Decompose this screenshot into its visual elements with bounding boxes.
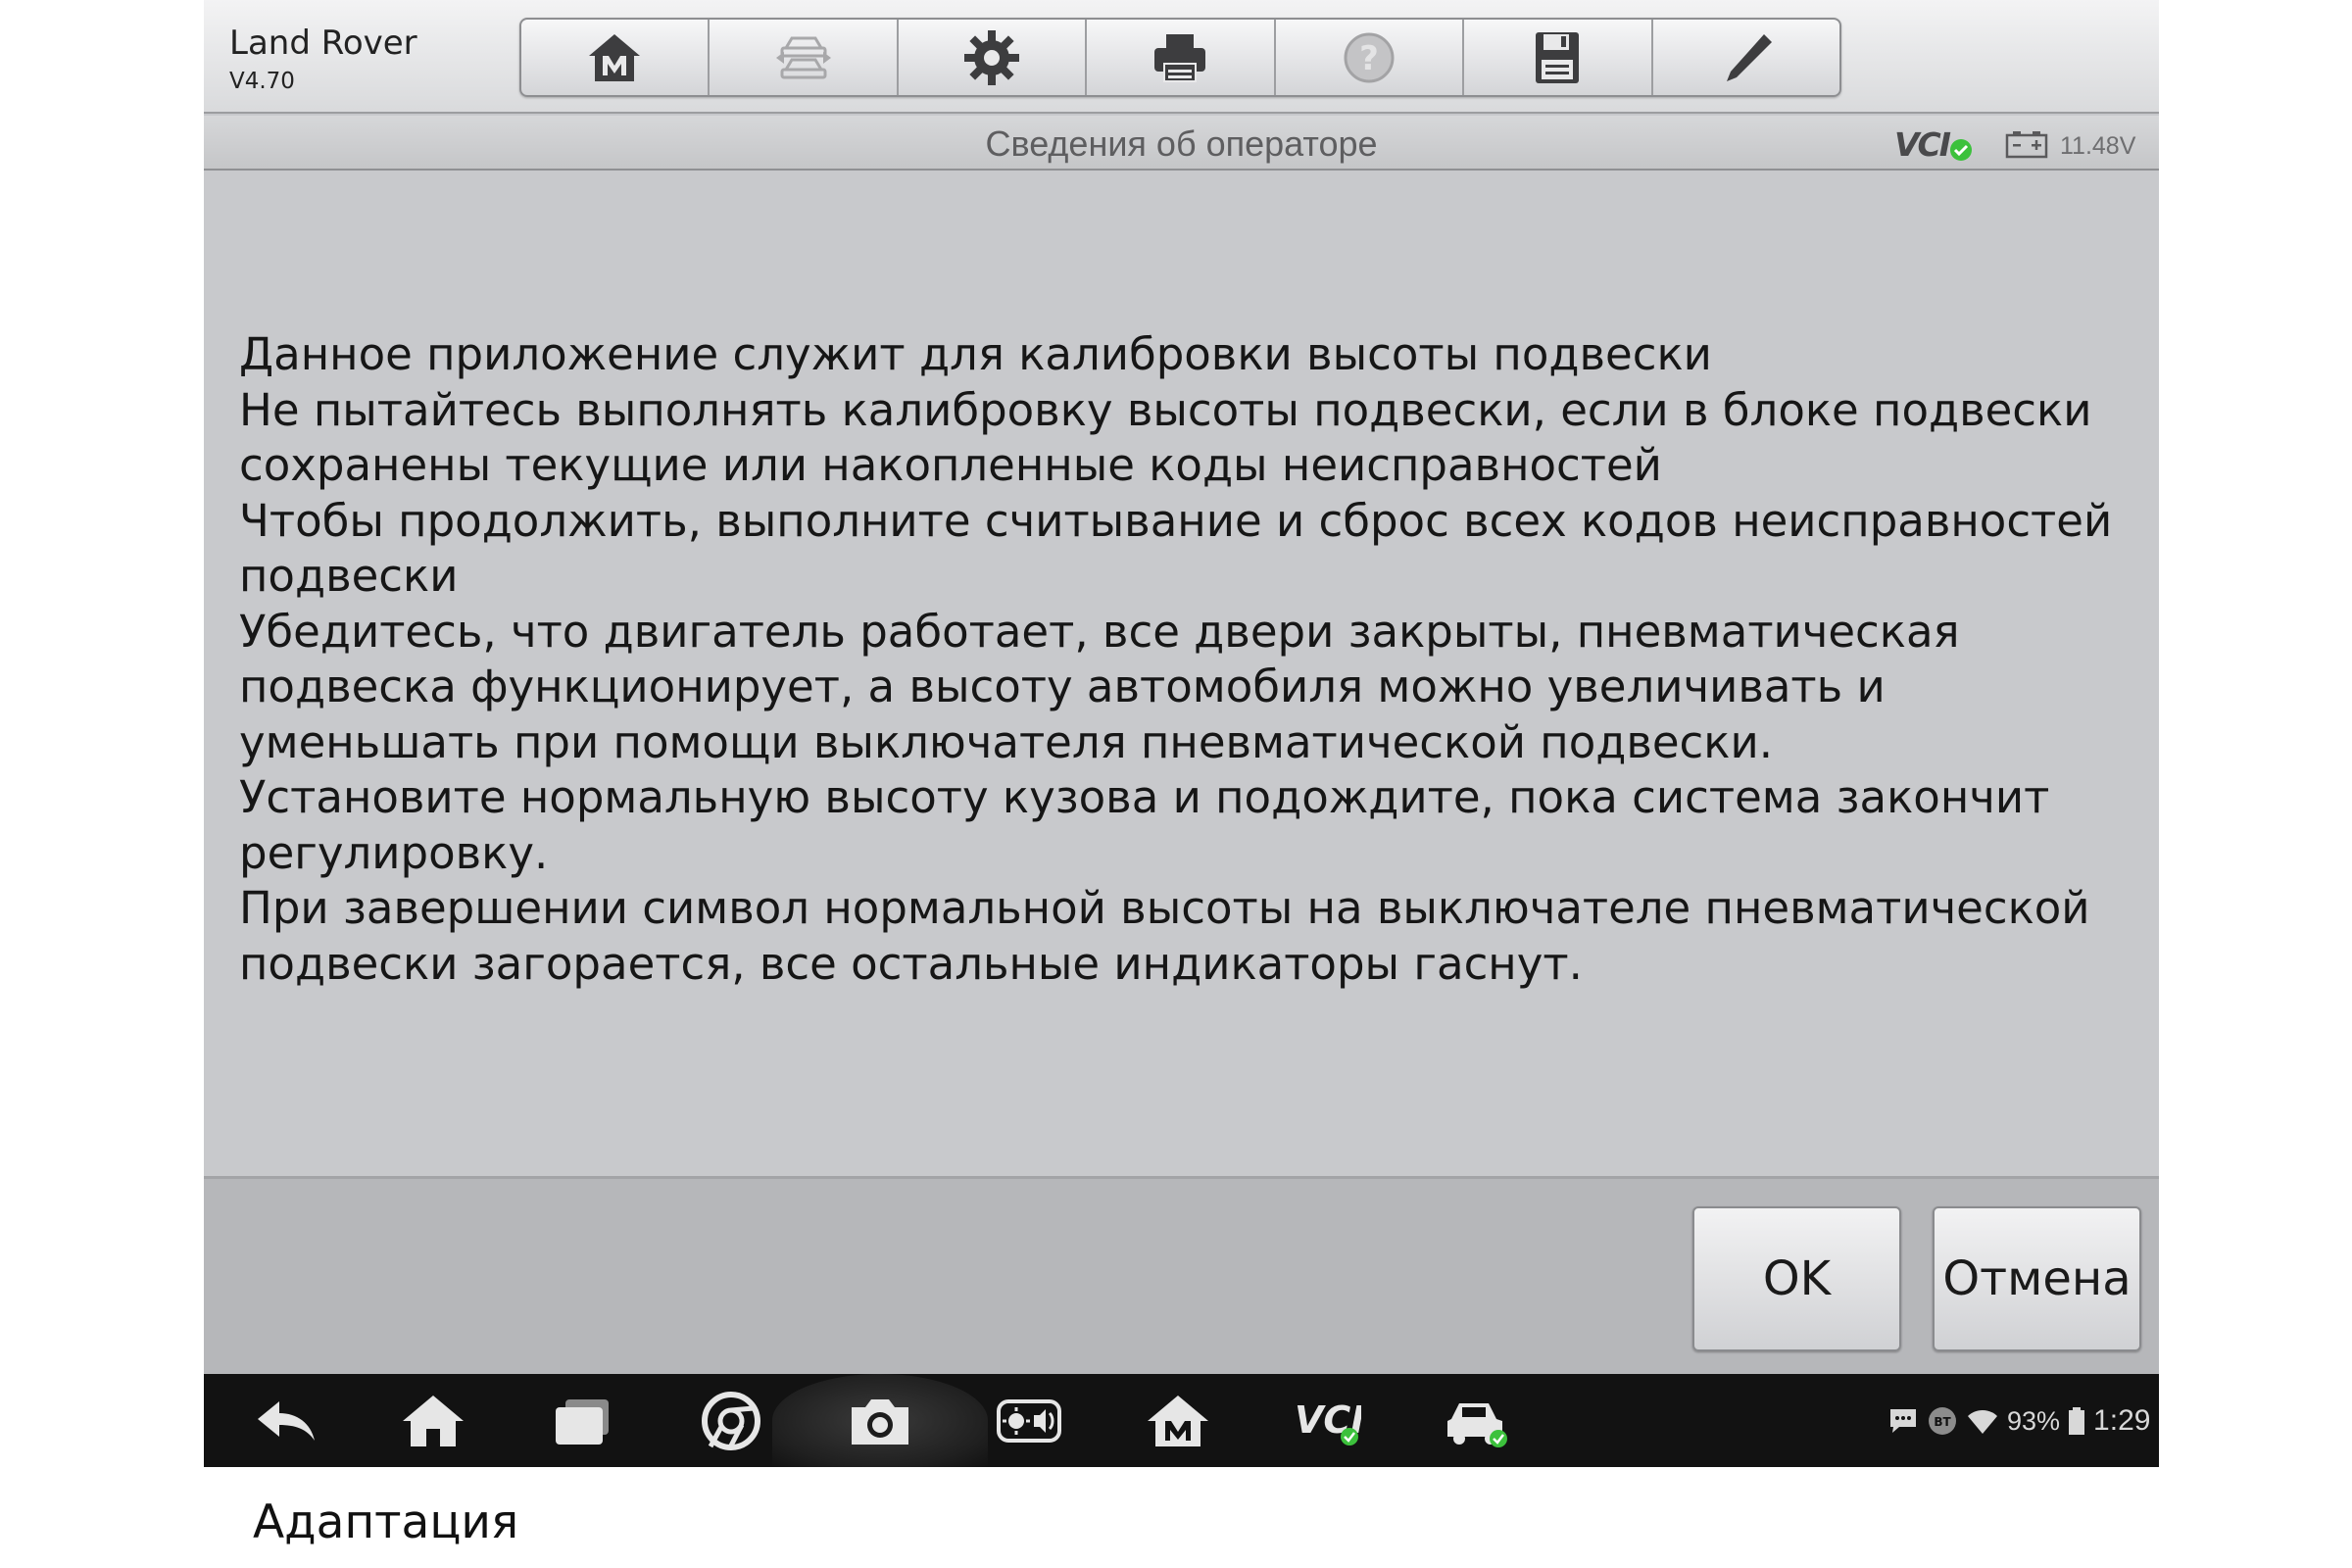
vci-status-label: VCI (1894, 125, 1951, 164)
app-header: Land Rover V4.70 ? (204, 0, 2159, 114)
recent-apps-icon (556, 1399, 609, 1445)
vehicle-connection-button[interactable] (1437, 1388, 1515, 1454)
dialog-footer: OK Отмена (204, 1176, 2159, 1374)
message-area: Данное приложение служит для калибровки … (204, 172, 2159, 1176)
car-connected-icon (1447, 1403, 1507, 1447)
chrome-button[interactable] (692, 1388, 770, 1454)
vehicle-battery-icon (2005, 131, 2048, 159)
system-navigation-bar: VCI BT 93% 1:29 (204, 1374, 2159, 1467)
brightness-volume-button[interactable] (990, 1388, 1068, 1454)
battery-icon (2069, 1407, 2085, 1435)
app-title: Land Rover (229, 24, 417, 63)
vci-manager-button[interactable]: VCI (1288, 1388, 1366, 1454)
printer-icon (1154, 33, 1206, 82)
home-m-icon (1148, 1396, 1208, 1446)
svg-text:BT: BT (1934, 1415, 1951, 1429)
wifi-icon (1968, 1410, 1997, 1434)
bluetooth-icon: BT (1929, 1407, 1956, 1435)
instruction-line: При завершении символ нормальной высоты … (239, 882, 2090, 990)
edit-button[interactable] (1653, 20, 1839, 95)
figure-caption: Адаптация (253, 1495, 519, 1549)
clock: 1:29 (2093, 1404, 2151, 1437)
status-tray: BT 93% 1:29 (1887, 1401, 2150, 1441)
vci-connected-check-icon (1950, 139, 1972, 161)
recent-apps-button[interactable] (543, 1388, 621, 1454)
chat-notification-icon (1890, 1409, 1916, 1433)
back-icon (258, 1401, 315, 1441)
instruction-line: Чтобы продолжить, выполните считывание и… (239, 494, 2113, 603)
floppy-disk-icon (1536, 31, 1580, 83)
svg-text:?: ? (1359, 39, 1379, 78)
car-swap-icon (775, 36, 831, 78)
app-version: V4.70 (229, 69, 295, 94)
vci-icon: VCI (1295, 1398, 1361, 1446)
pencil-icon (1726, 33, 1772, 81)
help-button[interactable]: ? (1276, 20, 1465, 95)
help-icon: ? (1344, 32, 1395, 82)
vehicle-swap-button[interactable] (710, 20, 899, 95)
brightness-volume-icon (997, 1399, 1061, 1443)
camera-button[interactable] (841, 1388, 919, 1454)
page-title-bar: Сведения об операторе VCI 11.48V (204, 116, 2159, 171)
ok-button[interactable]: OK (1692, 1206, 1901, 1351)
diagnostic-app-screen: Land Rover V4.70 ? Сведения об операторе… (204, 0, 2159, 1467)
instruction-line: Установите нормальную высоту кузова и по… (239, 771, 2050, 879)
gear-icon (964, 29, 1020, 85)
page-title: Сведения об операторе (985, 123, 1378, 164)
instruction-line: Не пытайтесь выполнять калибровку высоты… (239, 383, 2092, 492)
home-m-button[interactable] (521, 20, 710, 95)
back-button[interactable] (247, 1388, 325, 1454)
camera-icon (852, 1399, 908, 1445)
cancel-button[interactable]: Отмена (1933, 1206, 2141, 1351)
battery-voltage: 11.48V (2060, 132, 2136, 160)
settings-button[interactable] (899, 20, 1088, 95)
instruction-line: Убедитесь, что двигатель работает, все д… (239, 605, 1960, 768)
save-button[interactable] (1464, 20, 1653, 95)
instruction-line: Данное приложение служит для калибровки … (239, 328, 1712, 380)
toolbar: ? (519, 18, 1841, 97)
home-m-icon (589, 33, 641, 81)
battery-percent: 93% (2007, 1405, 2061, 1436)
print-button[interactable] (1087, 20, 1276, 95)
home-icon (403, 1396, 464, 1446)
operator-instructions: Данное приложение служит для калибровки … (239, 327, 2131, 992)
autel-home-button[interactable] (1139, 1388, 1217, 1454)
home-button[interactable] (394, 1388, 472, 1454)
chrome-icon (702, 1392, 760, 1450)
